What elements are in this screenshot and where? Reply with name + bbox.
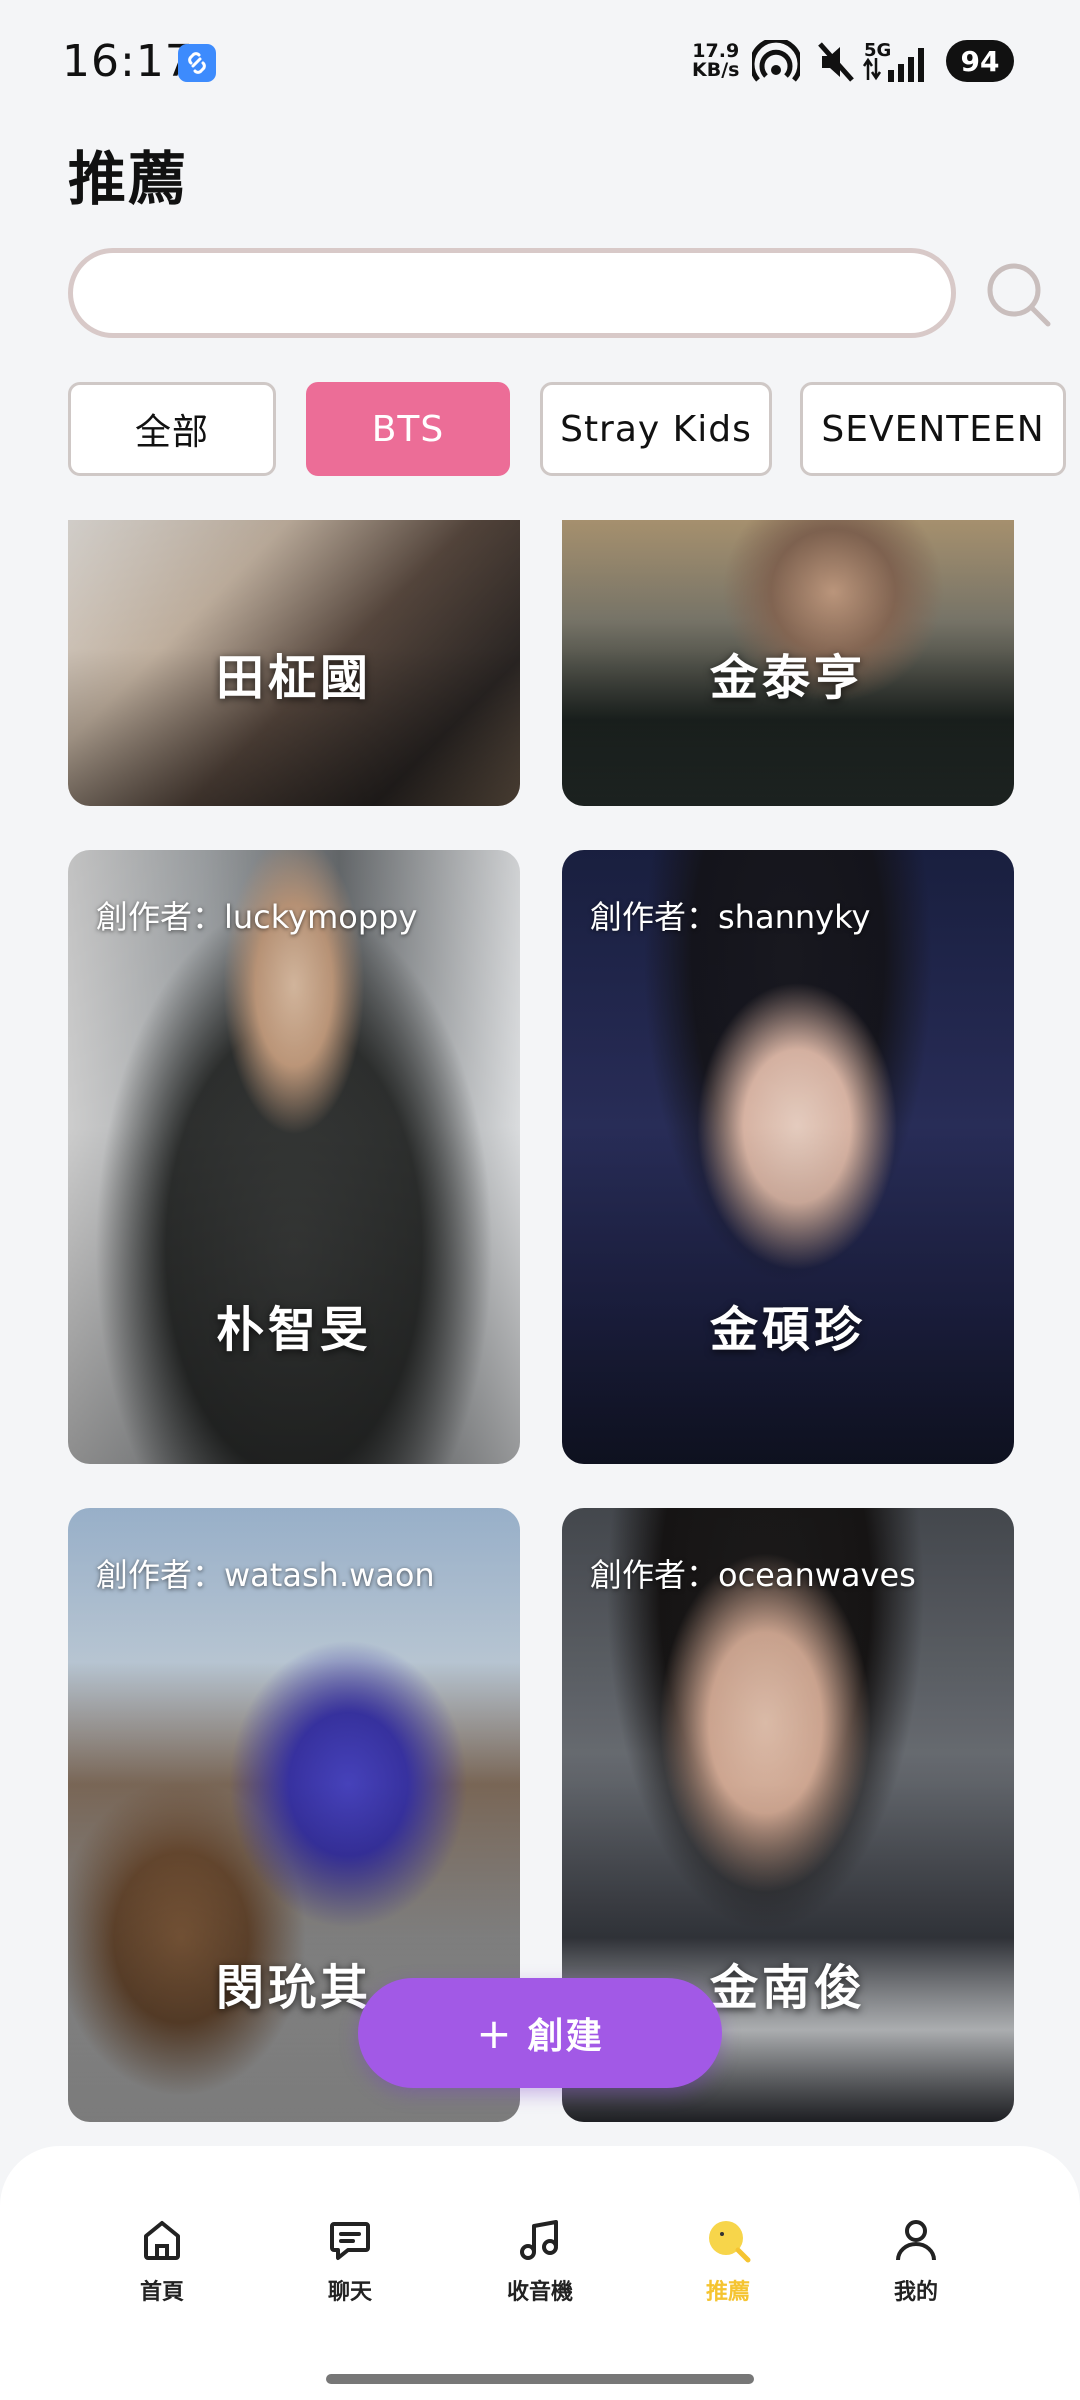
data-arrows-icon bbox=[862, 57, 882, 81]
nav-item-home[interactable]: 首頁 bbox=[92, 2216, 232, 2306]
filter-chip-bts[interactable]: BTS bbox=[306, 382, 510, 476]
creator-label: 創作者：watash.waon bbox=[96, 1556, 435, 1594]
creator-label: 創作者：luckymoppy bbox=[96, 898, 418, 936]
nav-label: 我的 bbox=[893, 2280, 938, 2305]
status-bar: 16:17 17.9 KB/s 5G 94 bbox=[0, 0, 1080, 120]
chat-icon bbox=[330, 2222, 370, 2260]
filter-chip-stray-kids[interactable]: Stray Kids bbox=[540, 382, 772, 476]
nav-item-recommend[interactable]: 推薦 bbox=[658, 2216, 798, 2306]
nav-label: 聊天 bbox=[327, 2280, 372, 2305]
character-feed[interactable]: 田柾國 金泰亨 創作者：luckymoppy 朴智旻 創作者：shannyky … bbox=[0, 520, 1080, 2140]
nav-item-radio[interactable]: 收音機 bbox=[470, 2216, 610, 2306]
status-time: 16:17 bbox=[62, 36, 194, 87]
nav-label: 推薦 bbox=[705, 2280, 750, 2305]
home-indicator[interactable] bbox=[326, 2374, 754, 2384]
character-card[interactable]: 田柾國 bbox=[68, 520, 520, 806]
bottom-navigation: 首頁 聊天 收音機 推薦 我的 bbox=[0, 2146, 1080, 2400]
character-card[interactable]: 創作者：luckymoppy 朴智旻 bbox=[68, 850, 520, 1464]
page-title: 推薦 bbox=[68, 145, 189, 213]
character-name: 田柾國 bbox=[215, 650, 372, 706]
mute-icon bbox=[818, 42, 854, 82]
profile-icon bbox=[896, 2220, 936, 2261]
filter-chip-seventeen[interactable]: SEVENTEEN bbox=[800, 382, 1066, 476]
character-name: 金碩珍 bbox=[709, 1302, 866, 1358]
nav-item-chat[interactable]: 聊天 bbox=[280, 2216, 420, 2306]
create-button[interactable]: + 創建 bbox=[358, 1978, 722, 2088]
nav-item-profile[interactable]: 我的 bbox=[846, 2216, 986, 2306]
plus-icon: + bbox=[476, 2008, 514, 2058]
signal-icon bbox=[888, 48, 924, 82]
character-card[interactable]: 創作者：shannyky 金碩珍 bbox=[562, 850, 1014, 1464]
nav-label: 首頁 bbox=[139, 2280, 184, 2305]
music-icon bbox=[520, 2220, 558, 2260]
link-app-icon bbox=[178, 44, 216, 82]
home-icon bbox=[144, 2221, 180, 2260]
search-input[interactable] bbox=[68, 248, 956, 338]
nav-label: 收音機 bbox=[506, 2280, 573, 2305]
battery-indicator: 94 bbox=[946, 40, 1014, 82]
search-icon[interactable] bbox=[982, 258, 1054, 330]
recommend-icon bbox=[709, 2221, 751, 2263]
create-button-label: 創建 bbox=[527, 2016, 604, 2057]
filter-chip-all[interactable]: 全部 bbox=[68, 382, 276, 476]
character-name: 金泰亨 bbox=[709, 650, 866, 706]
character-card[interactable]: 金泰亨 bbox=[562, 520, 1014, 806]
network-speed: 17.9 KB/s bbox=[692, 42, 739, 80]
character-name: 朴智旻 bbox=[215, 1302, 372, 1358]
creator-label: 創作者：oceanwaves bbox=[590, 1556, 916, 1594]
hotspot-icon bbox=[752, 40, 800, 82]
network-speed-unit: KB/s bbox=[692, 59, 740, 81]
category-filters: 全部 BTS Stray Kids SEVENTEEN bbox=[68, 382, 1080, 476]
creator-label: 創作者：shannyky bbox=[590, 898, 871, 936]
